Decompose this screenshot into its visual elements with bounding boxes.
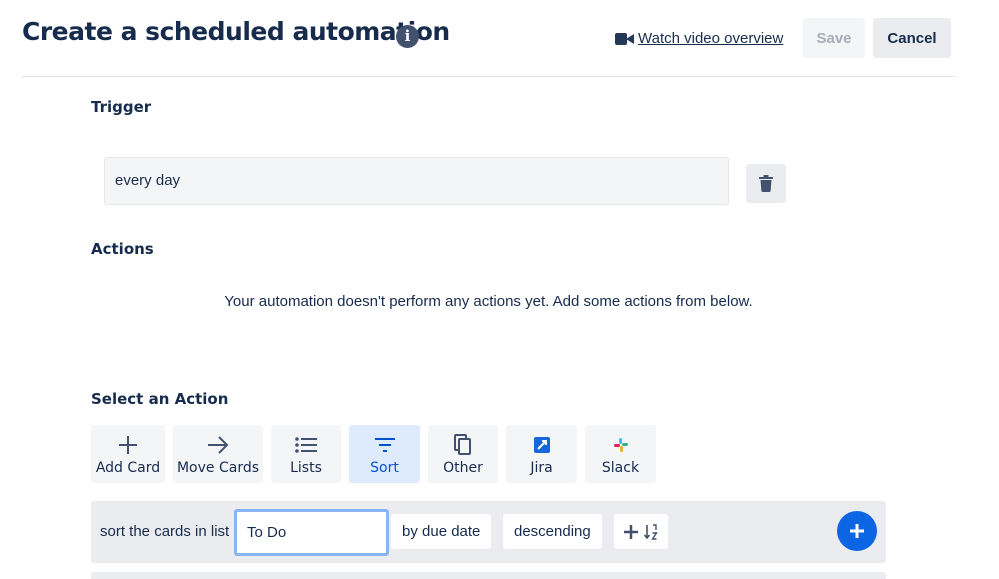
plus-icon: [118, 432, 138, 458]
tile-add-card[interactable]: Add Card: [91, 425, 165, 483]
watch-video-label[interactable]: Watch video overview: [638, 30, 783, 47]
list-icon: [295, 432, 317, 458]
add-action-button[interactable]: [837, 511, 877, 551]
plus-circle-icon: [850, 524, 864, 538]
page-title: Create a scheduled automation: [22, 17, 450, 46]
tile-sort[interactable]: Sort: [349, 425, 420, 483]
sort-by-dropdown[interactable]: by due date: [391, 514, 492, 549]
cancel-button[interactable]: Cancel: [873, 18, 951, 58]
plus-icon: [624, 524, 638, 539]
add-sort-criteria-button[interactable]: [614, 514, 668, 549]
actions-heading: Actions: [91, 240, 154, 258]
page-header: Create a scheduled automation i Watch vi…: [22, 0, 955, 77]
arrow-right-icon: [207, 432, 229, 458]
tile-label: Slack: [601, 460, 640, 476]
tile-jira[interactable]: Jira: [506, 425, 577, 483]
list-name-input[interactable]: [234, 509, 389, 556]
sort-order-dropdown[interactable]: descending: [503, 514, 602, 549]
filter-icon: [374, 432, 395, 458]
tile-slack[interactable]: Slack: [585, 425, 656, 483]
video-camera-icon: [615, 32, 634, 45]
delete-trigger-button[interactable]: [746, 164, 786, 203]
tile-move-cards[interactable]: Move Cards: [173, 425, 263, 483]
watch-video-link[interactable]: Watch video overview: [615, 30, 783, 47]
jira-icon: [533, 432, 550, 458]
next-action-row: [91, 572, 886, 579]
sort-action-prefix: sort the cards in list: [100, 523, 230, 540]
trigger-field[interactable]: every day: [104, 157, 729, 205]
empty-actions-message: Your automation doesn't perform any acti…: [224, 293, 753, 310]
tile-lists[interactable]: Lists: [271, 425, 341, 483]
tile-label: Sort: [370, 460, 399, 476]
save-button[interactable]: Save: [803, 18, 865, 58]
sort-action-row: sort the cards in list by due date desce…: [91, 501, 886, 563]
slack-icon: [613, 432, 628, 458]
sort-order-icon: [644, 523, 658, 540]
info-icon[interactable]: i: [396, 25, 419, 48]
tile-label: Move Cards: [176, 460, 260, 476]
tile-label: Add Card: [95, 460, 161, 476]
copy-icon: [454, 432, 472, 458]
tile-other[interactable]: Other: [428, 425, 498, 483]
tile-label: Jira: [530, 460, 553, 476]
action-tiles: Add Card Move Cards Lists Sort Other Jir…: [91, 425, 656, 483]
select-action-heading: Select an Action: [91, 390, 229, 408]
tile-label: Lists: [290, 460, 322, 476]
tile-label: Other: [443, 460, 483, 476]
trash-icon: [759, 175, 773, 192]
trigger-heading: Trigger: [91, 98, 152, 116]
